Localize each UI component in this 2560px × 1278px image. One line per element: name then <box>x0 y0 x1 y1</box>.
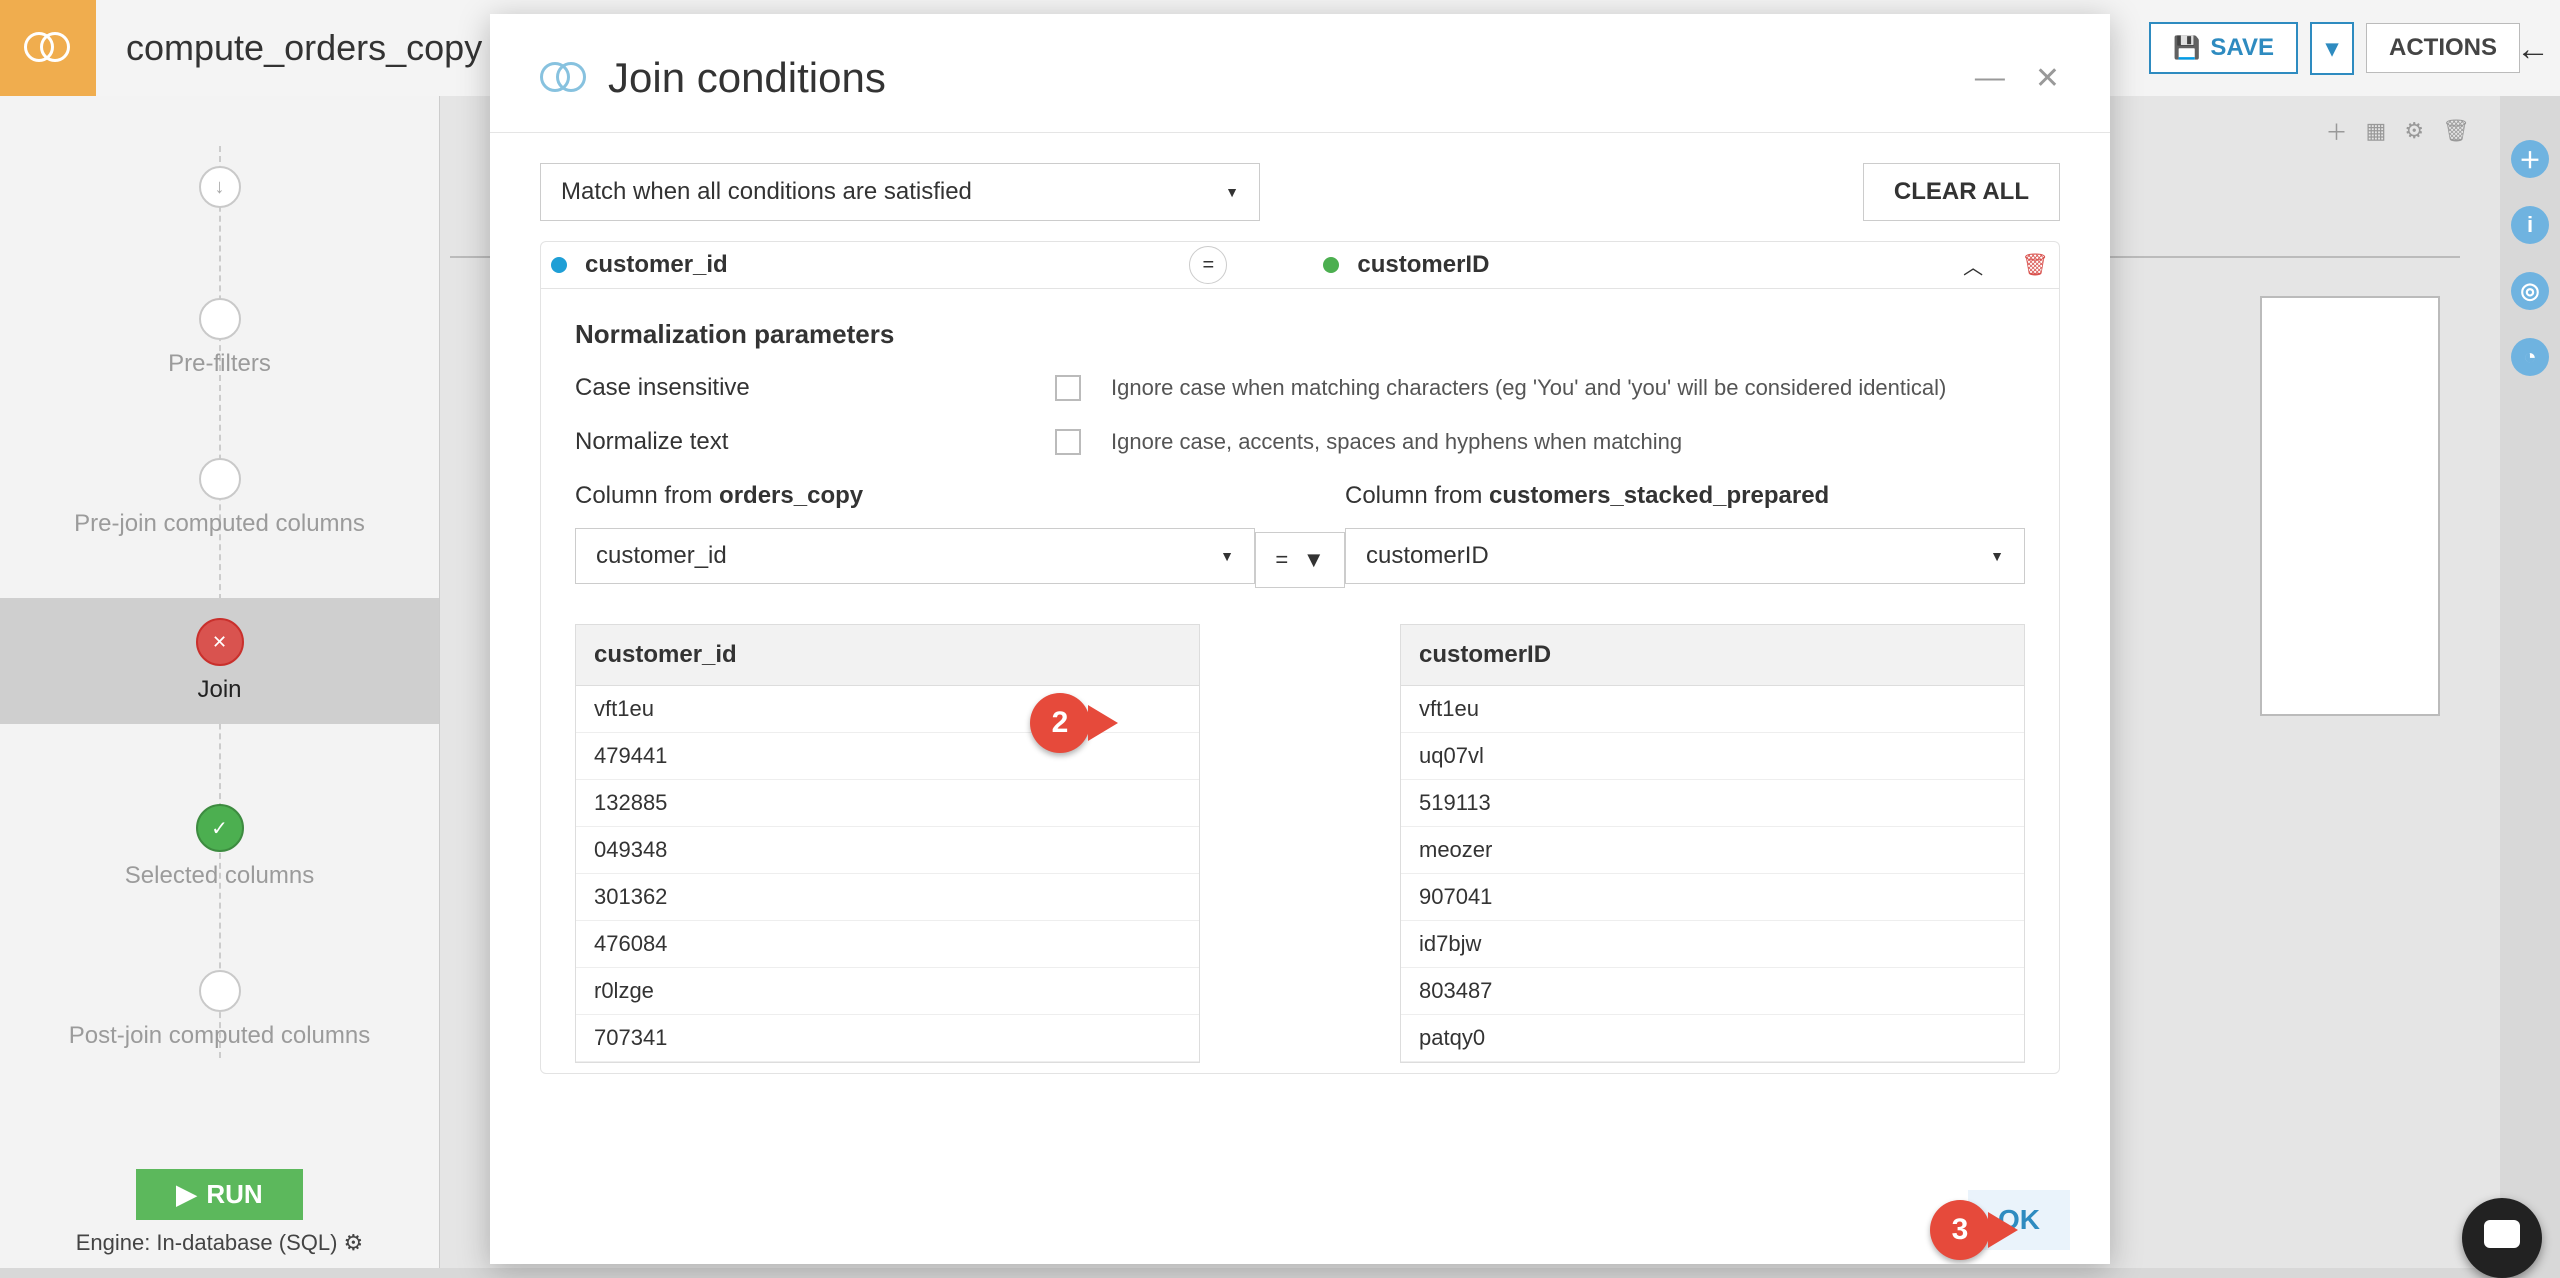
operator-value: = <box>1275 547 1288 573</box>
table-row: uq07vl <box>1401 733 2024 780</box>
left-preview-table: customer_id vft1eu4794411328850493483013… <box>575 624 1200 1063</box>
condition-left-column: customer_id <box>585 251 728 279</box>
table-row: meozer <box>1401 827 2024 874</box>
right-preview-header: customerID <box>1401 625 2024 686</box>
chevron-down-icon: ▼ <box>1220 548 1234 564</box>
table-row: 707341 <box>576 1015 1199 1062</box>
normalization-title: Normalization parameters <box>575 319 2025 350</box>
close-icon[interactable]: ✕ <box>2035 61 2060 96</box>
case-insensitive-checkbox[interactable] <box>1055 375 1081 401</box>
table-row: patqy0 <box>1401 1015 2024 1062</box>
right-column-value: customerID <box>1366 542 1489 570</box>
chevron-down-icon: ▼ <box>1303 547 1325 573</box>
modal-body: Match when all conditions are satisfied … <box>490 133 2110 1264</box>
chevron-down-icon: ▼ <box>1990 548 2004 564</box>
table-row: 476084 <box>576 921 1199 968</box>
join-conditions-modal: Join conditions — ✕ Match when all condi… <box>490 14 2110 1264</box>
match-mode-value: Match when all conditions are satisfied <box>561 178 972 206</box>
right-preview-table: customerID vft1euuq07vl519113meozer90704… <box>1400 624 2025 1063</box>
delete-condition-icon[interactable]: 🗑 <box>2021 252 2049 278</box>
match-mode-row: Match when all conditions are satisfied … <box>540 163 2060 221</box>
left-dataset-dot <box>551 257 567 273</box>
check-icon: ✓ <box>196 804 244 852</box>
right-dataset-dot <box>1323 257 1339 273</box>
normalize-text-checkbox[interactable] <box>1055 429 1081 455</box>
left-column-block: Column from orders_copy customer_id ▼ <box>575 482 1255 584</box>
right-column-block: Column from customers_stacked_prepared c… <box>1345 482 2025 584</box>
table-row: 301362 <box>576 874 1199 921</box>
preview-tables: customer_id vft1eu4794411328850493483013… <box>575 624 2025 1063</box>
left-column-select[interactable]: customer_id ▼ <box>575 528 1255 584</box>
operator-select[interactable]: = ▼ <box>1255 532 1345 588</box>
join-icon <box>540 62 588 94</box>
normalize-text-label: Normalize text <box>575 428 1055 456</box>
case-insensitive-label: Case insensitive <box>575 374 1055 402</box>
table-row: 907041 <box>1401 874 2024 921</box>
modal-backdrop: Join conditions — ✕ Match when all condi… <box>0 0 2560 1268</box>
right-column-select[interactable]: customerID ▼ <box>1345 528 2025 584</box>
error-icon: ✕ <box>196 618 244 666</box>
match-mode-select[interactable]: Match when all conditions are satisfied … <box>540 163 1260 221</box>
case-insensitive-description: Ignore case when matching characters (eg… <box>1111 375 1946 401</box>
table-row: vft1eu <box>1401 686 2024 733</box>
normalize-text-description: Ignore case, accents, spaces and hyphens… <box>1111 429 1682 455</box>
modal-header: Join conditions — ✕ <box>490 14 2110 133</box>
condition-summary[interactable]: customer_id = customerID ︿ 🗑 <box>540 241 2060 288</box>
table-row: 803487 <box>1401 968 2024 1015</box>
chevron-down-icon: ▼ <box>1225 184 1239 200</box>
table-row: r0lzge <box>576 968 1199 1015</box>
step-circle <box>199 458 241 500</box>
collapse-icon[interactable]: ︿ <box>1963 251 1983 280</box>
table-row: 132885 <box>576 780 1199 827</box>
help-chat-button[interactable] <box>2462 1198 2542 1278</box>
left-preview-header: customer_id <box>576 625 1199 686</box>
clear-all-button[interactable]: CLEAR ALL <box>1863 163 2060 221</box>
minimize-icon[interactable]: — <box>1975 61 2005 95</box>
condition-operator: = <box>1189 246 1227 284</box>
step-circle <box>199 970 241 1012</box>
column-selects-row: Column from orders_copy customer_id ▼ Co… <box>575 482 2025 584</box>
condition-right-column: customerID <box>1357 251 1489 279</box>
condition-panel: Normalization parameters Case insensitiv… <box>540 288 2060 1074</box>
step-circle <box>199 298 241 340</box>
left-column-from: Column from orders_copy <box>575 482 1255 510</box>
operator-select-wrap: = ▼ <box>1255 532 1345 588</box>
normalize-text-row: Normalize text Ignore case, accents, spa… <box>575 428 2025 456</box>
table-row: 519113 <box>1401 780 2024 827</box>
case-insensitive-row: Case insensitive Ignore case when matchi… <box>575 374 2025 402</box>
annotation-badge-2: 2 <box>1030 693 1090 753</box>
left-column-value: customer_id <box>596 542 727 570</box>
right-column-from: Column from customers_stacked_prepared <box>1345 482 2025 510</box>
table-row: 049348 <box>576 827 1199 874</box>
table-row: id7bjw <box>1401 921 2024 968</box>
modal-title: Join conditions <box>608 54 1945 102</box>
arrow-down-icon: ↓ <box>199 166 241 208</box>
annotation-badge-3: 3 <box>1930 1200 1990 1260</box>
